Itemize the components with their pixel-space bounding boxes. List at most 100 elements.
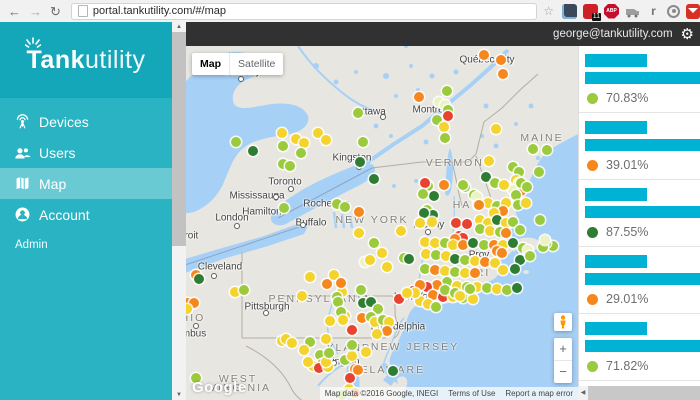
device-list-item[interactable]: 87.55% bbox=[579, 180, 700, 247]
map-marker[interactable] bbox=[429, 191, 439, 201]
map-marker[interactable] bbox=[458, 240, 468, 250]
map-marker[interactable] bbox=[194, 274, 204, 284]
map-marker[interactable] bbox=[321, 357, 331, 367]
map-marker[interactable] bbox=[443, 111, 453, 121]
map-marker[interactable] bbox=[369, 174, 379, 184]
address-bar[interactable]: portal.tankutility.com/#/map bbox=[71, 3, 537, 20]
map-marker[interactable] bbox=[338, 315, 348, 325]
sidebar-item-users[interactable]: Users bbox=[0, 137, 172, 168]
map-marker[interactable] bbox=[455, 291, 465, 301]
map-marker[interactable] bbox=[402, 288, 412, 298]
map-marker[interactable] bbox=[427, 217, 437, 227]
bookmark-star-icon[interactable]: ☆ bbox=[543, 4, 554, 18]
map-marker[interactable] bbox=[528, 144, 538, 154]
map-marker[interactable] bbox=[287, 338, 297, 348]
map-marker[interactable] bbox=[511, 190, 521, 200]
map-marker[interactable] bbox=[355, 157, 365, 167]
map-marker[interactable] bbox=[492, 284, 502, 294]
map-marker[interactable] bbox=[418, 189, 428, 199]
map-marker[interactable] bbox=[498, 69, 508, 79]
map-marker[interactable] bbox=[448, 240, 458, 250]
map-marker[interactable] bbox=[377, 248, 387, 258]
map-marker[interactable] bbox=[340, 202, 350, 212]
zoom-in-button[interactable]: + bbox=[554, 338, 572, 361]
vehicle-extension-icon[interactable] bbox=[625, 4, 640, 19]
map-marker[interactable] bbox=[285, 161, 295, 171]
map-marker[interactable] bbox=[468, 238, 478, 248]
map-marker[interactable] bbox=[299, 138, 309, 148]
map-marker[interactable] bbox=[508, 238, 518, 248]
map-marker[interactable] bbox=[522, 182, 532, 192]
map-marker[interactable] bbox=[439, 122, 449, 132]
map-marker[interactable] bbox=[347, 351, 357, 361]
map-marker[interactable] bbox=[404, 254, 414, 264]
map-marker[interactable] bbox=[420, 237, 430, 247]
sidebar-item-map[interactable]: Map bbox=[0, 168, 172, 199]
map-marker[interactable] bbox=[325, 316, 335, 326]
map-marker[interactable] bbox=[421, 249, 431, 259]
map-canvas[interactable]: SudburyOttawaKingstonTorontoMississaugaH… bbox=[186, 46, 578, 400]
map-marker[interactable] bbox=[470, 256, 480, 266]
map-marker[interactable] bbox=[382, 326, 392, 336]
map-marker[interactable] bbox=[502, 285, 512, 295]
map-marker[interactable] bbox=[347, 340, 357, 350]
horizontal-scrollbar-thumb[interactable] bbox=[588, 386, 700, 400]
target-extension-icon[interactable] bbox=[667, 5, 680, 18]
map-marker[interactable] bbox=[480, 257, 490, 267]
map-marker[interactable] bbox=[440, 266, 450, 276]
map-marker[interactable] bbox=[415, 218, 425, 228]
map-marker[interactable] bbox=[431, 302, 441, 312]
map-marker[interactable] bbox=[333, 297, 343, 307]
map-marker[interactable] bbox=[474, 200, 484, 210]
google-logo[interactable]: Google bbox=[192, 379, 247, 396]
device-list-item[interactable]: 29.01% bbox=[579, 247, 700, 314]
map-marker[interactable] bbox=[347, 325, 357, 335]
map-marker[interactable] bbox=[460, 268, 470, 278]
device-list-item[interactable]: 39.01% bbox=[579, 113, 700, 180]
map-marker[interactable] bbox=[358, 137, 368, 147]
vertical-scrollbar-thumb[interactable] bbox=[172, 32, 186, 246]
map-marker[interactable] bbox=[535, 215, 545, 225]
map-marker[interactable] bbox=[353, 365, 363, 375]
map-marker[interactable] bbox=[510, 264, 520, 274]
map-marker[interactable] bbox=[356, 285, 366, 295]
map-marker[interactable] bbox=[482, 283, 492, 293]
pegman-streetview-button[interactable] bbox=[554, 313, 572, 331]
map-marker[interactable] bbox=[279, 203, 289, 213]
map-marker[interactable] bbox=[470, 268, 480, 278]
zoom-out-button[interactable]: − bbox=[554, 361, 572, 383]
map-marker[interactable] bbox=[414, 92, 424, 102]
extension-icon-badge[interactable]: 11 bbox=[583, 4, 598, 19]
map-marker[interactable] bbox=[361, 347, 371, 357]
letter-r-extension-icon[interactable]: r bbox=[646, 4, 661, 19]
map-marker[interactable] bbox=[460, 255, 470, 265]
map-marker[interactable] bbox=[484, 156, 494, 166]
map-marker[interactable] bbox=[479, 240, 489, 250]
map-marker[interactable] bbox=[321, 135, 331, 145]
map-marker[interactable] bbox=[440, 285, 450, 295]
map-marker[interactable] bbox=[277, 128, 287, 138]
map-marker[interactable] bbox=[512, 283, 522, 293]
map-marker[interactable] bbox=[419, 208, 429, 218]
map-marker[interactable] bbox=[231, 137, 241, 147]
map-marker[interactable] bbox=[450, 267, 460, 277]
map-marker[interactable] bbox=[278, 141, 288, 151]
map-marker[interactable] bbox=[420, 264, 430, 274]
scroll-left-arrow[interactable]: ◀ bbox=[578, 386, 588, 400]
map-marker[interactable] bbox=[521, 198, 531, 208]
map-marker[interactable] bbox=[305, 272, 315, 282]
map-marker[interactable] bbox=[430, 238, 440, 248]
map-marker[interactable] bbox=[498, 265, 508, 275]
scroll-up-arrow[interactable]: ▲ bbox=[172, 22, 186, 32]
sidebar-item-admin[interactable]: Admin bbox=[0, 239, 172, 251]
map-marker[interactable] bbox=[322, 279, 332, 289]
map-marker[interactable] bbox=[534, 167, 544, 177]
map-marker[interactable] bbox=[296, 148, 306, 158]
map-marker[interactable] bbox=[365, 255, 375, 265]
map-marker[interactable] bbox=[430, 265, 440, 275]
map-marker[interactable] bbox=[321, 334, 331, 344]
map-marker[interactable] bbox=[439, 180, 449, 190]
vertical-scrollbar[interactable]: ▲ ▼ bbox=[172, 22, 186, 400]
map-marker[interactable] bbox=[420, 178, 430, 188]
map-marker[interactable] bbox=[499, 180, 509, 190]
